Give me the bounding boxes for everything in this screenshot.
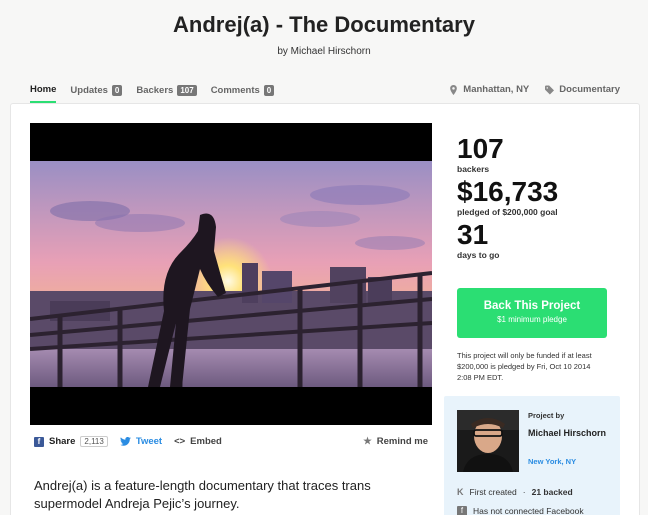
tab-label: Backers — [136, 85, 174, 96]
count-badge: 107 — [177, 85, 197, 96]
project-byline: by Michael Hirschorn — [277, 46, 371, 57]
backed-count-text[interactable]: 21 backed — [532, 487, 573, 497]
tab-home[interactable]: Home — [30, 84, 57, 103]
backers-label: backers — [457, 164, 490, 174]
video-frame — [30, 123, 432, 425]
separator: · — [522, 487, 526, 497]
project-title: Andrej(a) - The Documentary — [173, 12, 475, 37]
days-count: 31 — [457, 219, 489, 250]
tab-label: Comments — [210, 85, 260, 96]
count-badge: 0 — [111, 85, 123, 96]
minimum-pledge-label: $1 minimum pledge — [497, 315, 567, 324]
tab-comments[interactable]: Comments 0 — [211, 84, 275, 103]
project-description: Andrej(a) is a feature-length documentar… — [34, 478, 371, 511]
creator-facebook: f Has not connected Facebook — [457, 506, 584, 515]
location-link[interactable]: Manhattan, NY — [449, 84, 529, 95]
tweet-label: Tweet — [135, 436, 163, 447]
facebook-icon: f — [34, 436, 44, 447]
pledged-label: pledged of $200,000 goal — [457, 207, 558, 217]
tab-updates[interactable]: Updates 0 — [70, 84, 123, 103]
location-label: Manhattan, NY — [463, 84, 530, 95]
facebook-status-text: Has not connected Facebook — [473, 506, 584, 515]
project-nav: Home Updates 0 Backers 107 Comments 0 — [30, 84, 275, 103]
location-pin-icon — [450, 84, 458, 95]
avatar-image — [457, 410, 519, 472]
back-project-button[interactable]: Back This Project $1 minimum pledge — [457, 288, 607, 338]
share-bar: f Share 2,113 Tweet <> Embed ★ Remind me — [34, 436, 428, 447]
kickstarter-icon: K — [457, 487, 464, 497]
remind-label: Remind me — [376, 436, 428, 447]
days-label: days to go — [457, 250, 500, 260]
tab-label: Home — [30, 84, 57, 95]
tab-backers[interactable]: Backers 107 — [136, 84, 197, 103]
funding-note: This project will only be funded if at l… — [457, 351, 592, 382]
remind-me-button[interactable]: ★ Remind me — [363, 436, 428, 447]
pledged-amount: $16,733 — [457, 176, 559, 207]
facebook-icon: f — [457, 506, 467, 515]
project-by-label: Project by — [528, 411, 565, 420]
creator-avatar[interactable] — [457, 410, 519, 472]
embed-button[interactable]: <> Embed — [174, 436, 222, 447]
tweet-button[interactable]: Tweet — [119, 436, 163, 447]
embed-label: Embed — [190, 436, 222, 447]
funding-stats: 107 backers $16,733 pledged of $200,000 … — [457, 134, 558, 263]
backers-count: 107 — [457, 133, 504, 164]
category-label: Documentary — [559, 84, 620, 95]
creator-history: K First created · 21 backed — [457, 487, 573, 497]
project-video[interactable] — [30, 123, 432, 425]
back-project-label: Back This Project — [483, 300, 581, 312]
project-meta: Manhattan, NY Documentary — [449, 84, 620, 95]
facebook-share-button[interactable]: f Share 2,113 — [34, 436, 108, 447]
star-icon: ★ — [363, 436, 372, 447]
creator-location[interactable]: New York, NY — [528, 457, 576, 466]
share-count: 2,113 — [80, 436, 108, 447]
tag-icon — [545, 85, 555, 94]
twitter-icon — [119, 437, 131, 446]
category-link[interactable]: Documentary — [545, 84, 620, 95]
first-created-text: First created — [469, 487, 517, 497]
creator-name[interactable]: Michael Hirschorn — [528, 428, 608, 439]
tab-label: Updates — [70, 85, 108, 96]
share-label: Share — [49, 436, 76, 447]
count-badge: 0 — [263, 85, 275, 96]
code-icon: <> — [174, 436, 186, 447]
